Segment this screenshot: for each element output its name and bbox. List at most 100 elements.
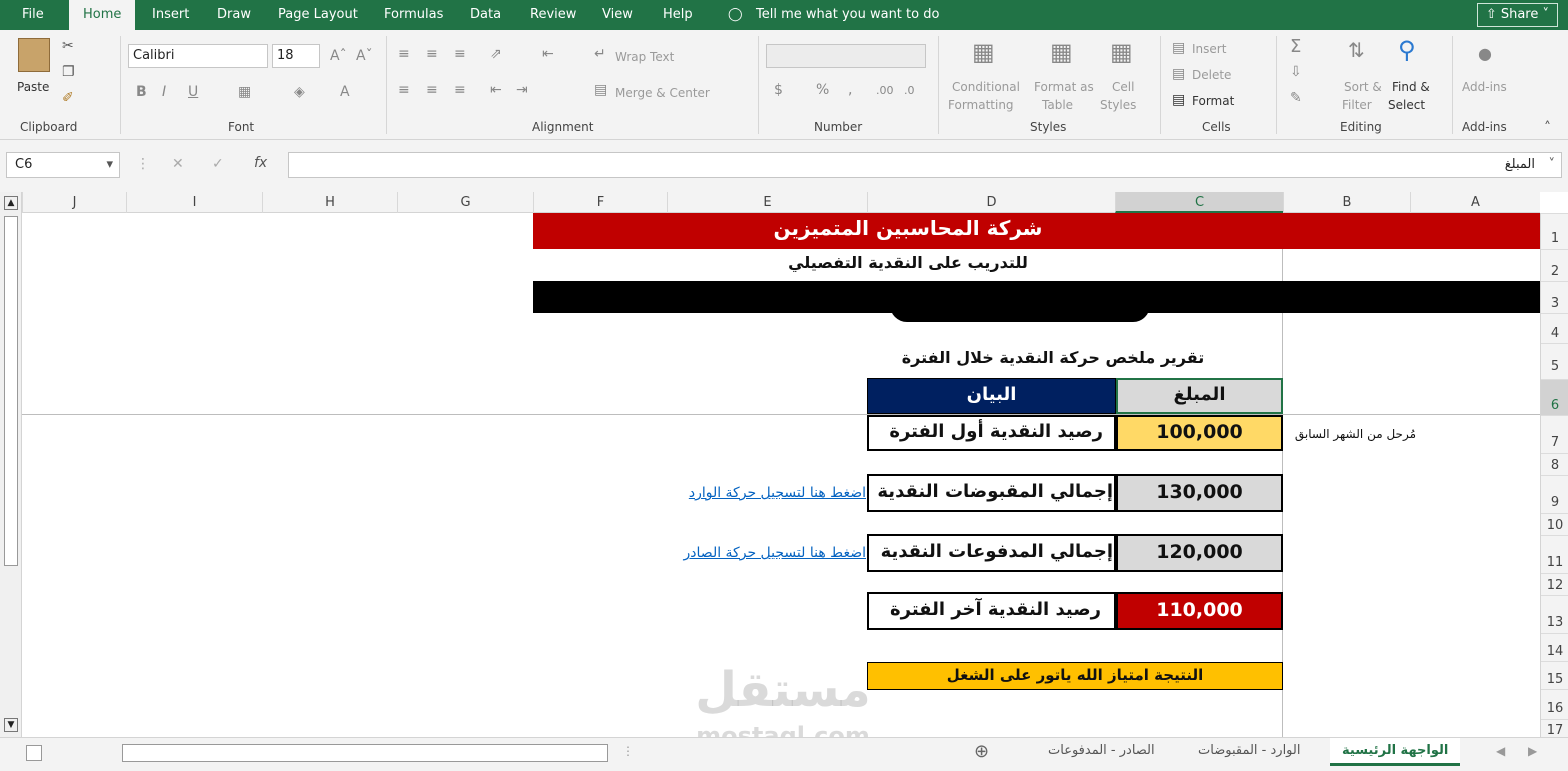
column-header-d[interactable]: D (867, 192, 1115, 213)
cut-icon[interactable]: ✂ (62, 38, 74, 54)
merge-center-icon[interactable]: ▤ (594, 82, 607, 98)
tell-me-search[interactable]: Tell me what you want to do (756, 0, 939, 30)
decrease-font-icon[interactable]: Aˇ (356, 48, 373, 64)
align-right-icon[interactable]: ≡ (454, 82, 466, 98)
menu-home[interactable]: Home (69, 0, 136, 30)
row-header[interactable]: 15 (1541, 661, 1568, 689)
row-header[interactable]: 1 (1541, 213, 1568, 249)
autosum-icon[interactable]: Σ (1290, 36, 1301, 57)
cell-styles-button[interactable]: Cell (1112, 80, 1134, 94)
font-size-select[interactable]: 18 (272, 44, 320, 68)
column-header-a[interactable]: A (1410, 192, 1540, 213)
format-cells-button[interactable]: Format (1192, 94, 1234, 108)
paste-button[interactable]: Paste (17, 80, 49, 94)
scroll-thumb[interactable] (4, 216, 18, 566)
vertical-scrollbar[interactable]: ▲ ▼ (0, 192, 22, 737)
collapse-ribbon-icon[interactable]: ˄ (1544, 120, 1551, 136)
menu-formulas[interactable]: Formulas (384, 0, 443, 30)
column-header-h[interactable]: H (262, 192, 397, 213)
receipts-link[interactable]: اضغط هنا لتسجيل حركة الوارد (640, 485, 866, 501)
tab-payments[interactable]: الصادر - المدفوعات (1036, 738, 1167, 766)
insert-function-icon[interactable]: fx (254, 155, 267, 171)
menu-data[interactable]: Data (470, 0, 501, 30)
addins-icon[interactable]: ● (1478, 44, 1492, 63)
column-header-f[interactable]: F (533, 192, 667, 213)
row-header[interactable]: 12 (1541, 573, 1568, 595)
menu-insert[interactable]: Insert (152, 0, 189, 30)
paste-icon[interactable] (18, 38, 50, 72)
percent-button[interactable]: % (816, 82, 829, 98)
wrap-text-icon[interactable]: ↵ (594, 46, 606, 62)
copy-icon[interactable]: ❐ (62, 64, 75, 80)
borders-icon[interactable]: ▦ (238, 84, 251, 100)
menu-help[interactable]: Help (663, 0, 693, 30)
font-name-select[interactable]: Calibri (128, 44, 268, 68)
tab-main[interactable]: الواجهة الرئيسية (1330, 738, 1461, 766)
orientation-icon[interactable]: ⇗ (490, 46, 502, 62)
conditional-formatting-button[interactable]: Conditional (952, 80, 1020, 94)
row-header[interactable]: 5 (1541, 343, 1568, 379)
row-header[interactable]: 14 (1541, 633, 1568, 661)
formula-input[interactable]: المبلغ ˅ (288, 152, 1562, 178)
column-header-g[interactable]: G (397, 192, 533, 213)
comma-button[interactable]: , (848, 82, 852, 98)
column-header-e[interactable]: E (667, 192, 867, 213)
row-header[interactable]: 16 (1541, 689, 1568, 719)
fill-icon[interactable]: ⇩ (1290, 64, 1302, 80)
horizontal-scrollbar[interactable] (122, 744, 608, 762)
scroll-right-icon[interactable]: ▶ (1528, 744, 1537, 758)
menu-review[interactable]: Review (530, 0, 576, 30)
format-cells-icon[interactable]: ▤ (1172, 92, 1185, 108)
tab-splitter-icon[interactable]: ⋮ (622, 744, 634, 758)
format-as-table-icon[interactable]: ▦ (1050, 38, 1073, 66)
insert-cells-button[interactable]: Insert (1192, 42, 1226, 56)
underline-icon[interactable]: U (188, 84, 198, 100)
increase-decimal-icon[interactable]: .00 (876, 84, 894, 97)
row-header[interactable]: 13 (1541, 595, 1568, 633)
menu-draw[interactable]: Draw (217, 0, 251, 30)
select-all-box[interactable] (26, 745, 42, 761)
column-header-j[interactable]: J (22, 192, 126, 213)
enter-icon[interactable]: ✓ (212, 156, 224, 172)
scroll-up-icon[interactable]: ▲ (4, 196, 18, 210)
delete-cells-button[interactable]: Delete (1192, 68, 1231, 82)
row-header[interactable]: 6 (1541, 379, 1568, 415)
bold-icon[interactable]: B (136, 84, 147, 100)
cell-styles-icon[interactable]: ▦ (1110, 38, 1133, 66)
sort-filter-button[interactable]: Sort & (1344, 80, 1382, 94)
increase-font-icon[interactable]: Aˆ (330, 48, 347, 64)
name-box[interactable]: C6 ▾ (6, 152, 120, 178)
wrap-text-button[interactable]: Wrap Text (615, 50, 674, 64)
column-header-i[interactable]: I (126, 192, 262, 213)
clear-icon[interactable]: ✎ (1290, 90, 1302, 106)
merge-center-button[interactable]: Merge & Center (615, 86, 710, 100)
menu-file[interactable]: File (22, 0, 44, 30)
share-button[interactable]: ⇧ Share ˅ (1476, 3, 1558, 27)
row-header[interactable]: 10 (1541, 513, 1568, 535)
align-middle-icon[interactable]: ≡ (426, 46, 438, 62)
scroll-left-icon[interactable]: ◀ (1496, 744, 1505, 758)
align-center-icon[interactable]: ≡ (426, 82, 438, 98)
row-header[interactable]: 2 (1541, 249, 1568, 281)
format-as-table-button[interactable]: Format as (1034, 80, 1094, 94)
row-header[interactable]: 7 (1541, 415, 1568, 453)
find-select-icon[interactable]: ⚲ (1398, 36, 1416, 64)
add-sheet-icon[interactable]: ⊕ (974, 741, 989, 762)
sort-filter-icon[interactable]: ⇅ (1348, 38, 1365, 62)
scroll-down-icon[interactable]: ▼ (4, 718, 18, 732)
insert-cells-icon[interactable]: ▤ (1172, 40, 1185, 56)
decrease-decimal-icon[interactable]: .0 (904, 84, 915, 97)
delete-cells-icon[interactable]: ▤ (1172, 66, 1185, 82)
format-painter-icon[interactable]: ✐ (62, 90, 74, 106)
row-header[interactable]: 17 (1541, 719, 1568, 738)
font-color-icon[interactable]: A (340, 84, 350, 100)
spreadsheet-grid[interactable]: ▲ ▼ J I H G F E D C B A 1 2 3 4 5 6 7 8 … (0, 192, 1568, 750)
increase-indent-icon[interactable]: ⇥ (516, 82, 528, 98)
row-header[interactable]: 8 (1541, 453, 1568, 475)
tab-receipts[interactable]: الوارد - المقبوضات (1186, 738, 1312, 766)
fill-color-icon[interactable]: ◈ (294, 84, 305, 100)
align-bottom-icon[interactable]: ≡ (454, 46, 466, 62)
row-header[interactable]: 9 (1541, 475, 1568, 513)
menu-view[interactable]: View (602, 0, 633, 30)
text-direction-icon[interactable]: ⇤ (542, 46, 554, 62)
